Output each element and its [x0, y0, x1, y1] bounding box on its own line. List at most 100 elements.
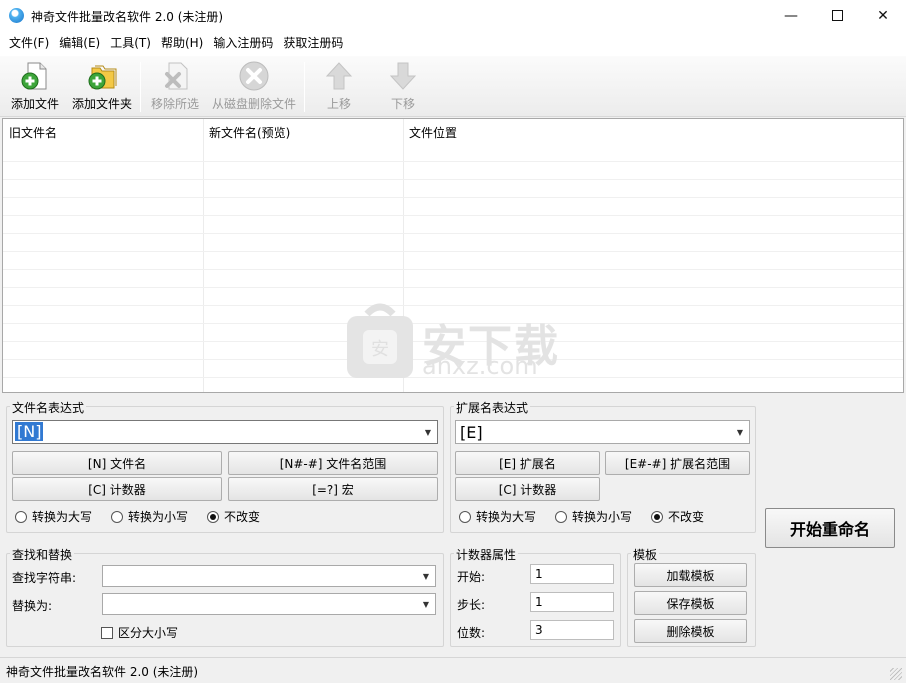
- insert-ext-counter-button[interactable]: [C] 计数器: [455, 477, 600, 501]
- find-string-combo[interactable]: ▼: [102, 565, 436, 587]
- case-sensitive-checkbox[interactable]: 区分大小写: [101, 624, 178, 641]
- checkbox-box: [101, 626, 113, 639]
- filename-lowercase-radio[interactable]: 转换为小写: [111, 508, 188, 525]
- filename-expression-value: [N]: [15, 422, 44, 441]
- menu-file[interactable]: 文件(F): [4, 31, 54, 56]
- add-folder-label: 添加文件夹: [71, 97, 132, 111]
- add-folder-button[interactable]: 添加文件夹: [70, 60, 134, 115]
- svg-text:安: 安: [371, 339, 389, 360]
- arrow-up-icon: [323, 60, 355, 92]
- counter-step-field[interactable]: 1: [530, 592, 614, 612]
- replace-with-combo[interactable]: ▼: [102, 593, 436, 615]
- grid-row-line: [3, 197, 903, 198]
- delete-from-disk-label: 从磁盘删除文件: [211, 97, 296, 111]
- toolbar-separator: [304, 62, 305, 112]
- maximize-button[interactable]: [814, 0, 860, 31]
- column-new-name[interactable]: 新文件名(预览): [209, 124, 290, 141]
- menu-edit[interactable]: 编辑(E): [54, 31, 105, 56]
- extension-expression-label: 扩展名表达式: [454, 399, 531, 416]
- grid-row-line: [3, 215, 903, 216]
- insert-macro-button[interactable]: [=?] 宏: [228, 477, 438, 501]
- window-title: 神奇文件批量改名软件 2.0 (未注册): [31, 10, 224, 24]
- radio-label: 不改变: [224, 510, 261, 524]
- close-button[interactable]: ✕: [860, 0, 906, 31]
- load-template-button[interactable]: 加载模板: [634, 563, 747, 587]
- start-rename-button[interactable]: 开始重命名: [765, 508, 895, 548]
- menu-help[interactable]: 帮助(H): [156, 31, 208, 56]
- ext-lowercase-radio[interactable]: 转换为小写: [555, 508, 632, 525]
- radio-dot: [15, 510, 27, 523]
- ext-unchanged-radio[interactable]: 不改变: [651, 508, 704, 525]
- column-old-name[interactable]: 旧文件名: [9, 124, 57, 141]
- radio-dot: [555, 510, 567, 523]
- menu-tools[interactable]: 工具(T): [105, 31, 156, 56]
- insert-filename-range-button[interactable]: [N#-#] 文件名范围: [228, 451, 438, 475]
- watermark-logo: 安: [345, 300, 415, 380]
- radio-label: 转换为小写: [572, 510, 633, 524]
- column-location[interactable]: 文件位置: [409, 124, 457, 141]
- counter-digits-field[interactable]: 3: [530, 620, 614, 640]
- insert-counter-button[interactable]: [C] 计数器: [12, 477, 222, 501]
- extension-expression-value: [E]: [460, 423, 483, 442]
- counter-digits-label: 位数:: [457, 626, 486, 640]
- find-replace-label: 查找和替换: [10, 546, 75, 563]
- save-template-button[interactable]: 保存模板: [634, 591, 747, 615]
- maximize-icon: [831, 10, 843, 21]
- filename-expression-combo[interactable]: [N] ▼: [12, 420, 438, 444]
- ext-uppercase-radio[interactable]: 转换为大写: [459, 508, 536, 525]
- filename-expression-label: 文件名表达式: [10, 399, 87, 416]
- chevron-down-icon[interactable]: ▼: [417, 566, 435, 586]
- filename-unchanged-radio[interactable]: 不改变: [207, 508, 260, 525]
- move-up-button[interactable]: 上移: [315, 60, 363, 115]
- add-folder-icon: [86, 60, 118, 92]
- checkbox-label: 区分大小写: [118, 626, 179, 640]
- radio-label: 不改变: [668, 510, 705, 524]
- grid-row-line: [3, 251, 903, 252]
- minimize-button[interactable]: —: [768, 0, 814, 31]
- chevron-down-icon[interactable]: ▼: [417, 594, 435, 614]
- counter-properties-label: 计数器属性: [454, 546, 519, 563]
- extension-expression-combo[interactable]: [E] ▼: [455, 420, 750, 444]
- move-down-label: 下移: [390, 97, 415, 111]
- template-label: 模板: [631, 546, 660, 563]
- add-file-button[interactable]: 添加文件: [8, 60, 62, 115]
- grid-row-line: [3, 233, 903, 234]
- remove-selected-button[interactable]: 移除所选: [148, 60, 202, 115]
- grid-row-line: [3, 305, 903, 306]
- insert-filename-button[interactable]: [N] 文件名: [12, 451, 222, 475]
- insert-extension-range-button[interactable]: [E#-#] 扩展名范围: [605, 451, 750, 475]
- grid-row-line: [3, 179, 903, 180]
- arrow-down-icon: [387, 60, 419, 92]
- remove-file-icon: [159, 60, 191, 92]
- delete-circle-icon: [238, 60, 270, 92]
- move-down-button[interactable]: 下移: [379, 60, 427, 115]
- radio-label: 转换为大写: [32, 510, 93, 524]
- watermark-url: anxz.com: [422, 352, 538, 380]
- title-bar: 神奇文件批量改名软件 2.0 (未注册) — ✕: [0, 0, 906, 31]
- status-bar: 神奇文件批量改名软件 2.0 (未注册): [0, 657, 906, 683]
- add-file-icon: [19, 60, 51, 92]
- move-up-label: 上移: [326, 97, 351, 111]
- chevron-down-icon[interactable]: ▼: [731, 421, 749, 443]
- insert-extension-button[interactable]: [E] 扩展名: [455, 451, 600, 475]
- grid-row-line: [3, 269, 903, 270]
- menu-enter-code[interactable]: 输入注册码: [208, 31, 278, 56]
- counter-step-label: 步长:: [457, 598, 486, 612]
- radio-dot-selected: [651, 510, 663, 523]
- remove-selected-label: 移除所选: [150, 97, 199, 111]
- counter-start-label: 开始:: [457, 570, 486, 584]
- filename-uppercase-radio[interactable]: 转换为大写: [15, 508, 92, 525]
- grid-row-line: [3, 287, 903, 288]
- app-icon: [9, 8, 24, 23]
- find-string-label: 查找字符串:: [12, 571, 77, 585]
- radio-dot: [111, 510, 123, 523]
- menu-get-code[interactable]: 获取注册码: [278, 31, 348, 56]
- resize-grip-icon[interactable]: [890, 668, 902, 680]
- counter-start-field[interactable]: 1: [530, 564, 614, 584]
- radio-label: 转换为小写: [128, 510, 189, 524]
- chevron-down-icon[interactable]: ▼: [419, 421, 437, 443]
- add-file-label: 添加文件: [10, 97, 59, 111]
- delete-template-button[interactable]: 删除模板: [634, 619, 747, 643]
- delete-from-disk-button[interactable]: 从磁盘删除文件: [208, 60, 300, 115]
- replace-with-label: 替换为:: [12, 599, 53, 613]
